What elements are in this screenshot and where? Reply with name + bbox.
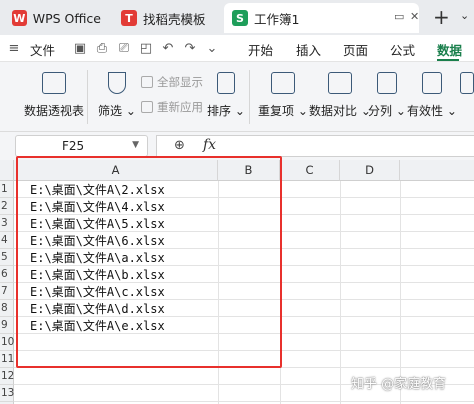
row-gridline xyxy=(14,401,474,402)
function-icon[interactable]: fx xyxy=(203,137,216,153)
funnel-icon xyxy=(107,72,126,94)
show-all-label: 全部显示 xyxy=(157,75,203,89)
new-tab-icon[interactable]: + xyxy=(433,5,450,29)
tab-template[interactable]: T 找稻壳模板 xyxy=(113,3,218,33)
select-all-corner[interactable] xyxy=(0,160,14,181)
row-header[interactable]: 3 xyxy=(0,215,14,232)
data-compare-label: 数据对比 ⌄ xyxy=(309,104,371,118)
formula-input[interactable]: ⊕ fx xyxy=(156,135,474,157)
row-header[interactable]: 9 xyxy=(0,317,14,334)
data-compare-icon xyxy=(327,72,352,94)
export-pdf-icon[interactable]: ⎙ xyxy=(94,40,110,56)
menu-bar: ≡ 文件 ▣ ⎙ ⎚ ◰ ↶ ↷ ⌄ 开始 插入 页面 公式 数据 xyxy=(0,35,474,62)
ribbon-divider xyxy=(87,70,88,124)
tab-label: 工作簿1 xyxy=(254,11,300,27)
hamburger-menu-icon[interactable]: ≡ xyxy=(6,40,22,56)
reapply-icon xyxy=(141,101,153,113)
column-header-e[interactable] xyxy=(400,160,474,181)
tab-insert[interactable]: 插入 xyxy=(296,40,321,59)
validity-button[interactable]: 有效性 ⌄ xyxy=(407,72,457,119)
row-header[interactable]: 1 xyxy=(0,181,14,198)
chevron-down-icon[interactable]: ▼ xyxy=(132,140,139,150)
show-all-icon xyxy=(141,76,153,88)
split-column-label: 分列 ⌄ xyxy=(368,104,406,118)
tab-page[interactable]: 页面 xyxy=(343,40,368,59)
tab-label: 找稻壳模板 xyxy=(143,11,206,27)
duplicates-icon xyxy=(270,72,295,94)
sort-label: 排序 ⌄ xyxy=(207,104,245,118)
chevron-down-icon[interactable]: ⌄ xyxy=(460,9,469,22)
docer-logo-icon: T xyxy=(121,10,137,26)
tab-workbook[interactable]: S 工作簿1 xyxy=(224,3,419,33)
more-tools-button[interactable] xyxy=(460,72,474,94)
column-header-c[interactable]: C xyxy=(280,160,340,181)
row-header[interactable]: 8 xyxy=(0,300,14,317)
print-icon[interactable]: ⎚ xyxy=(116,40,132,56)
reapply-button[interactable]: 重新应用 xyxy=(141,99,203,115)
pivot-table-button[interactable]: 数据透视表 xyxy=(24,72,84,119)
show-all-button[interactable]: 全部显示 xyxy=(141,74,203,90)
pivot-table-icon xyxy=(42,72,66,94)
highlight-annotation-box xyxy=(16,156,282,368)
filter-button[interactable]: 筛选 ⌄ xyxy=(98,72,136,119)
active-tab-indicator xyxy=(437,59,459,61)
watermark: 知乎 @家庭教育 xyxy=(351,377,447,392)
spreadsheet-logo-icon: S xyxy=(232,10,248,26)
pivot-table-label: 数据透视表 xyxy=(24,104,85,118)
save-icon[interactable]: ▣ xyxy=(72,40,88,56)
reapply-label: 重新应用 xyxy=(157,100,203,114)
duplicates-label: 重复项 ⌄ xyxy=(258,104,308,118)
row-header[interactable]: 11 xyxy=(0,351,14,368)
zoom-icon[interactable]: ⊕ xyxy=(174,138,185,153)
tab-home[interactable]: 开始 xyxy=(248,40,273,59)
tab-data[interactable]: 数据 xyxy=(437,40,462,59)
tab-wps-office[interactable]: W WPS Office xyxy=(4,3,109,33)
redo-icon[interactable]: ↷ xyxy=(182,40,198,56)
ribbon-divider xyxy=(249,70,250,124)
print-preview-icon[interactable]: ◰ xyxy=(138,40,154,56)
filter-label: 筛选 ⌄ xyxy=(98,104,136,118)
column-gridline xyxy=(340,181,341,404)
row-header[interactable]: 4 xyxy=(0,232,14,249)
column-header-d[interactable]: D xyxy=(340,160,400,181)
cell-reference: F25 xyxy=(62,139,85,153)
row-header[interactable]: 5 xyxy=(0,249,14,266)
validity-icon xyxy=(421,72,442,94)
row-header[interactable]: 10 xyxy=(0,334,14,351)
wps-logo-icon: W xyxy=(12,10,27,26)
more-tools-icon xyxy=(460,72,474,94)
duplicates-button[interactable]: 重复项 ⌄ xyxy=(258,72,308,119)
column-gridline xyxy=(400,181,401,404)
title-tab-bar: W WPS Office T 找稻壳模板 S 工作簿1 ▭ ✕ + ⌄ xyxy=(0,0,474,35)
tab-label: WPS Office xyxy=(32,10,101,26)
validity-label: 有效性 ⌄ xyxy=(407,104,457,118)
split-column-button[interactable]: 分列 ⌄ xyxy=(368,72,406,119)
more-chevron-icon[interactable]: ⌄ xyxy=(204,40,220,56)
undo-icon[interactable]: ↶ xyxy=(160,40,176,56)
row-header[interactable]: 13 xyxy=(0,385,14,402)
sort-icon xyxy=(216,72,235,94)
ribbon-toolbar: 数据透视表 筛选 ⌄ 全部显示 重新应用 排序 ⌄ 重复项 ⌄ 数据对比 ⌄ 分… xyxy=(0,62,474,132)
file-menu[interactable]: 文件 xyxy=(30,40,55,59)
sort-button[interactable]: 排序 ⌄ xyxy=(207,72,245,119)
split-column-icon xyxy=(376,72,397,94)
close-tab-icon[interactable]: ✕ xyxy=(410,10,419,23)
tab-formula[interactable]: 公式 xyxy=(390,40,415,59)
name-box[interactable]: F25 ▼ xyxy=(15,135,148,157)
row-header[interactable]: 6 xyxy=(0,266,14,283)
row-header[interactable]: 7 xyxy=(0,283,14,300)
monitor-icon[interactable]: ▭ xyxy=(394,10,404,23)
row-header[interactable]: 2 xyxy=(0,198,14,215)
row-header[interactable]: 12 xyxy=(0,368,14,385)
data-compare-button[interactable]: 数据对比 ⌄ xyxy=(309,72,371,119)
